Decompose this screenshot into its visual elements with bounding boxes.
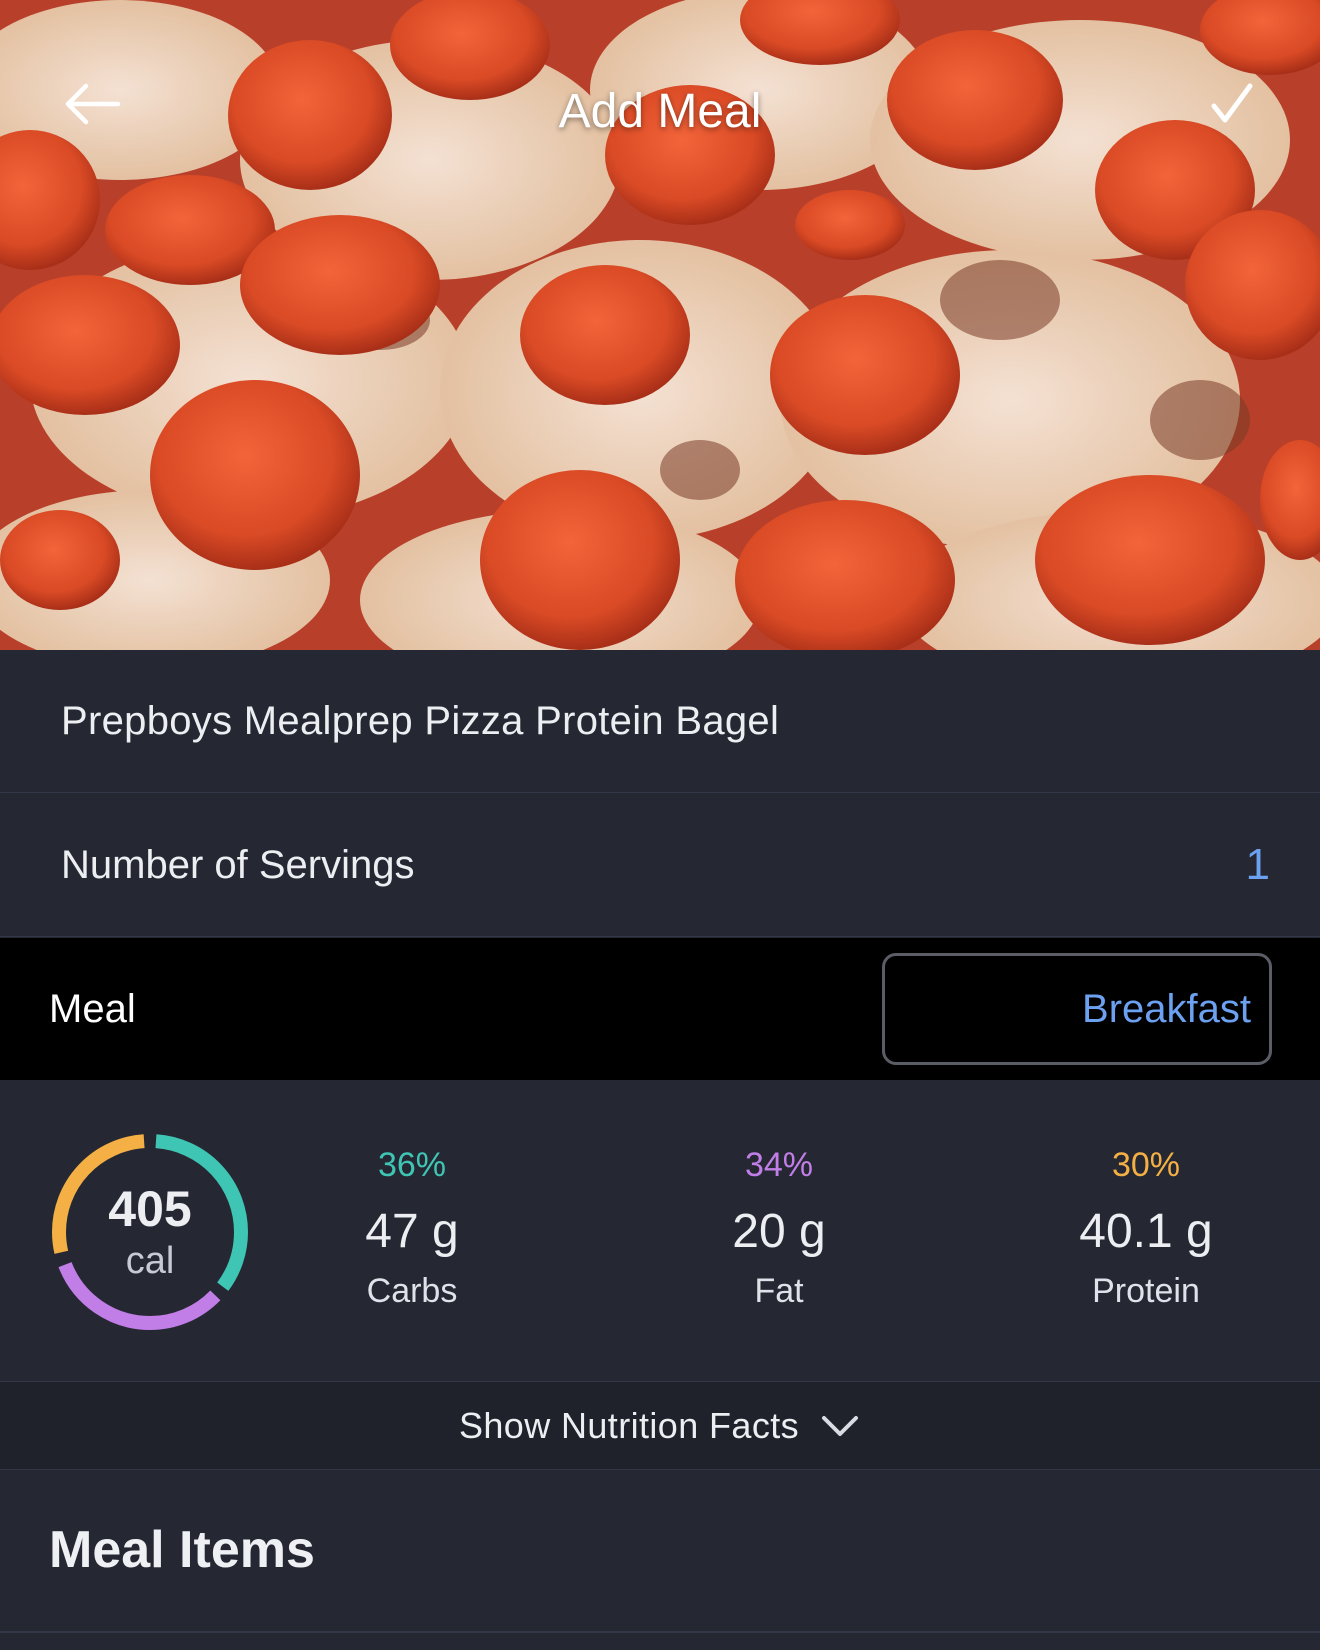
- meal-select[interactable]: Breakfast: [882, 953, 1272, 1065]
- carbs-label: Carbs: [366, 1272, 458, 1310]
- carbs-percent: 36%: [377, 1146, 447, 1184]
- protein-amount: 40.1 g: [1079, 1205, 1213, 1258]
- carbs-amount: 47 g: [365, 1205, 459, 1258]
- fat-amount: 20 g: [732, 1205, 826, 1258]
- servings-row[interactable]: Number of Servings 1: [0, 794, 1320, 937]
- chevron-down-icon: [821, 1412, 861, 1440]
- meal-items-heading: Meal Items: [49, 1521, 315, 1579]
- carbs-macro: 36% 47 g Carbs: [292, 1146, 532, 1311]
- meal-label: Meal: [49, 986, 136, 1031]
- divider: [0, 1631, 1320, 1633]
- save-button[interactable]: [1210, 82, 1282, 154]
- meal-name-text: Prepboys Mealprep Pizza Protein Bagel: [61, 698, 780, 743]
- checkmark-icon: [1211, 83, 1253, 123]
- protein-macro: 30% 40.1 g Protein: [1026, 1146, 1266, 1311]
- calories-value: 405: [108, 1181, 192, 1237]
- show-nutrition-facts-button[interactable]: Show Nutrition Facts: [0, 1381, 1320, 1470]
- protein-label: Protein: [1092, 1272, 1200, 1310]
- meal-name-field[interactable]: Prepboys Mealprep Pizza Protein Bagel: [0, 650, 1320, 793]
- page-title: Add Meal: [558, 85, 762, 138]
- nutrition-facts-label: Show Nutrition Facts: [458, 1404, 800, 1446]
- servings-value[interactable]: 1: [1246, 840, 1270, 890]
- calories-unit: cal: [125, 1240, 175, 1282]
- fat-macro: 34% 20 g Fat: [659, 1146, 899, 1311]
- protein-percent: 30%: [1111, 1146, 1181, 1184]
- fat-label: Fat: [754, 1272, 804, 1310]
- meal-row: Meal Breakfast: [0, 938, 1320, 1080]
- servings-label: Number of Servings: [61, 842, 415, 887]
- fat-percent: 34%: [744, 1146, 814, 1184]
- meal-photo: Add Meal: [0, 0, 1320, 650]
